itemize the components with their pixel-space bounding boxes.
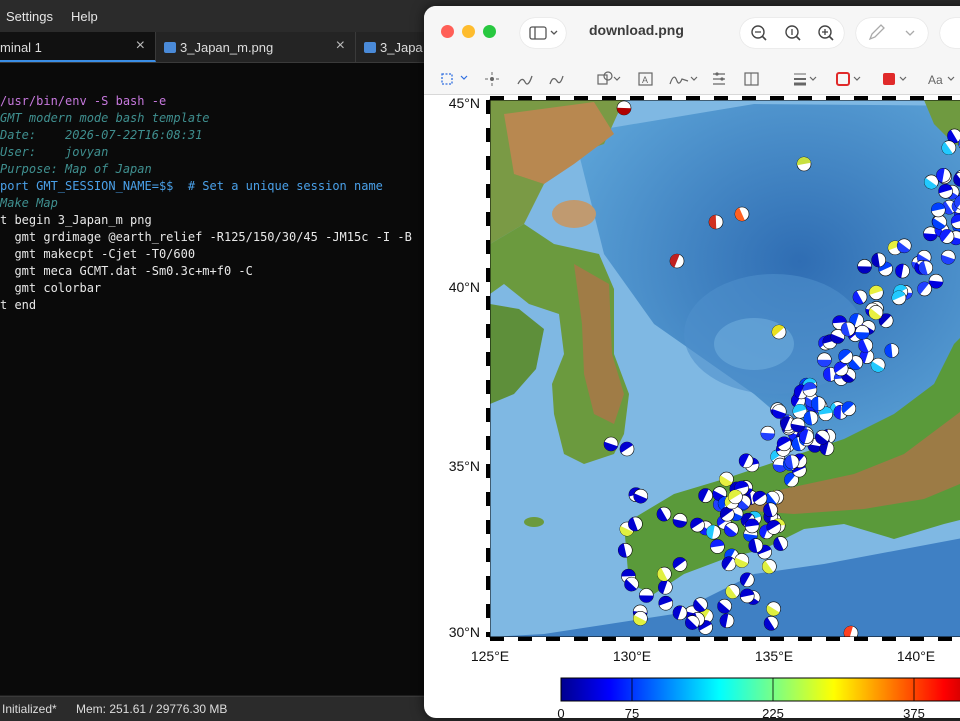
- terminal-line: User: jovyan: [0, 144, 108, 161]
- terminal-line: GMT modern mode bash template: [0, 110, 210, 127]
- tab-terminal[interactable]: minal 1 ×: [0, 32, 156, 62]
- colorbar-label: 225: [762, 706, 784, 718]
- tab-label: 3_Japa: [380, 40, 423, 55]
- minimize-window-button[interactable]: [462, 25, 475, 38]
- kernel-status: Initialized*: [2, 702, 57, 716]
- zoom-controls: [740, 18, 844, 48]
- shapes-icon[interactable]: [598, 72, 620, 84]
- beachball-symbol: [709, 215, 723, 229]
- beachball-symbol: [857, 259, 871, 273]
- lon-label: 125°E: [471, 648, 509, 664]
- colorbar-label: 375: [903, 706, 925, 718]
- sidebar-toggle-button[interactable]: [520, 18, 566, 48]
- text-box-icon[interactable]: A: [639, 73, 652, 85]
- terminal-line: t begin 3_Japan_m png: [0, 212, 152, 229]
- terminal-line: gmt grdimage @earth_relief -R125/150/30/…: [0, 229, 412, 246]
- beachball-symbol: [817, 353, 831, 367]
- border-color-icon[interactable]: [837, 73, 860, 85]
- zoom-out-icon[interactable]: [752, 26, 766, 40]
- svg-text:Aa: Aa: [928, 73, 943, 87]
- zoom-in-icon[interactable]: [819, 26, 833, 40]
- terminal-line: Date: 2026-07-22T16:08:31: [0, 127, 202, 144]
- page-layout-icon[interactable]: [745, 73, 758, 85]
- lat-label: 40°N: [449, 279, 480, 295]
- preview-window: download.png A Aa: [424, 6, 960, 718]
- colorbar-label: 0: [557, 706, 564, 718]
- map-figure: 45°N 40°N 35°N 30°N 125°E 130°E 135°E 14…: [424, 94, 960, 718]
- close-window-button[interactable]: [441, 25, 454, 38]
- menu-settings[interactable]: Settings: [6, 9, 53, 24]
- lon-label: 135°E: [755, 648, 793, 664]
- zoom-fit-icon[interactable]: [786, 26, 800, 40]
- lon-label: 140°E: [897, 648, 935, 664]
- mountain-region: [552, 200, 596, 228]
- draw-icon[interactable]: [550, 76, 563, 84]
- memory-usage: Mem: 251.61 / 29776.30 MB: [76, 702, 227, 716]
- close-icon[interactable]: ×: [136, 37, 145, 55]
- close-icon[interactable]: ×: [336, 37, 345, 55]
- beachball-symbol: [639, 588, 653, 602]
- markup-toggle[interactable]: [856, 18, 928, 48]
- terminal-line: gmt colorbar: [0, 280, 101, 297]
- image-file-icon: [364, 42, 376, 53]
- signature-icon[interactable]: [670, 77, 697, 84]
- tab-image[interactable]: 3_Japan_m.png ×: [156, 32, 356, 62]
- lat-label: 30°N: [449, 624, 480, 640]
- terminal-line: port GMT_SESSION_NAME=$$ # Set a unique …: [0, 178, 383, 195]
- rect-select-icon[interactable]: [442, 74, 467, 84]
- terminal-line: /usr/bin/env -S bash -e: [0, 93, 166, 110]
- terminal[interactable]: /usr/bin/env -S bash -e GMT modern mode …: [0, 63, 430, 695]
- sketch-icon[interactable]: [518, 76, 532, 84]
- beachball-symbol: [617, 101, 631, 115]
- terminal-line: Purpose: Map of Japan: [0, 161, 152, 178]
- terminal-line: Make Map: [0, 195, 58, 212]
- preview-toolbar: download.png A Aa: [424, 6, 960, 95]
- zoom-window-button[interactable]: [483, 25, 496, 38]
- sidebar-icon: [520, 18, 566, 48]
- menu-help[interactable]: Help: [71, 9, 98, 24]
- image-file-icon: [164, 42, 176, 53]
- adjust-color-icon[interactable]: [713, 72, 725, 84]
- fill-color-icon[interactable]: [883, 73, 906, 85]
- document-title: download.png: [589, 22, 684, 38]
- line-style-icon[interactable]: [794, 74, 816, 84]
- lat-label: 45°N: [449, 95, 480, 111]
- lat-label: 35°N: [449, 458, 480, 474]
- beachball-symbol: [811, 397, 825, 411]
- instant-alpha-icon[interactable]: [485, 72, 499, 86]
- terminal-line: t end: [0, 297, 36, 314]
- terminal-line: gmt makecpt -Cjet -T0/600: [0, 246, 195, 263]
- tab-label: minal 1: [0, 40, 42, 55]
- colorbar: 0 75 225 375: [557, 678, 960, 718]
- colorbar-label: 75: [625, 706, 639, 718]
- island: [524, 517, 544, 527]
- terminal-line: gmt meca GCMT.dat -Sm0.3c+m+f0 -C: [0, 263, 253, 280]
- markup-pen-icon: [856, 18, 928, 48]
- tab-label: 3_Japan_m.png: [180, 40, 273, 55]
- text-style-icon[interactable]: Aa: [928, 73, 954, 87]
- lon-label: 130°E: [613, 648, 651, 664]
- svg-text:A: A: [642, 75, 648, 85]
- share-button[interactable]: [940, 18, 960, 48]
